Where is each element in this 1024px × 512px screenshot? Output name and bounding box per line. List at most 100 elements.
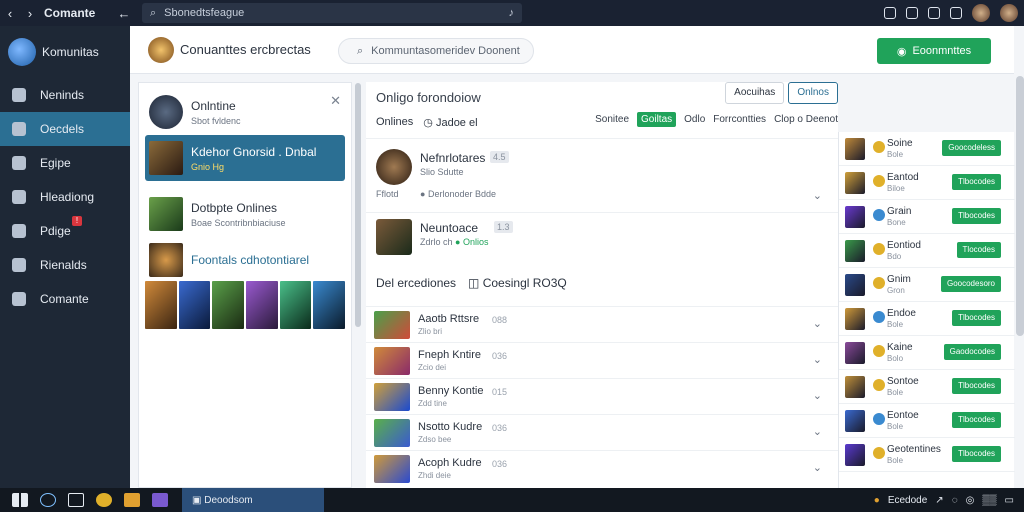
list-item[interactable]: Acoph Kudre 036 Zhdi deie ⌄ xyxy=(366,450,838,486)
post[interactable]: Neuntoace 1.3 Zdrlo ch ● Onlios xyxy=(366,212,838,264)
community-search-input[interactable]: ⌕ Kommuntasomeridev Doonent xyxy=(338,38,534,64)
bell-icon[interactable] xyxy=(950,7,962,19)
post-status: Onlios xyxy=(462,237,489,247)
close-icon[interactable]: ✕ xyxy=(330,93,341,109)
member-row[interactable]: Gnim Gron Goocodesoro xyxy=(839,268,1015,302)
member-thumbnail xyxy=(845,308,865,330)
list-item[interactable]: Fneph Kntire 036 Zcio dei ⌄ xyxy=(366,342,838,378)
member-row[interactable]: Eontoe Bole Tlbocodes xyxy=(839,404,1015,438)
chevron-down-icon[interactable]: ⌄ xyxy=(813,425,822,438)
window-icon[interactable] xyxy=(906,7,918,19)
member-row[interactable]: Grain Bone Tlbocodes xyxy=(839,200,1015,234)
member-row[interactable]: Soine Bole Goocodeless xyxy=(839,132,1015,166)
gallery-image[interactable] xyxy=(246,281,278,329)
tab-item[interactable]: Odlo xyxy=(684,114,705,125)
sort-button[interactable]: Aocuihas xyxy=(725,82,785,104)
wifi-icon[interactable]: ◌ xyxy=(952,495,958,506)
user-avatar[interactable] xyxy=(972,4,990,22)
post[interactable]: Nefnrlotares 4.5 Slio Sdutte Fflotd ● De… xyxy=(366,138,838,210)
member-action-button[interactable]: Tlbocodes xyxy=(952,174,1001,190)
list-item[interactable]: Benny Kontie 015 Zdd tine ⌄ xyxy=(366,378,838,414)
member-row[interactable]: Sontoe Bole Tlbocodes xyxy=(839,370,1015,404)
new-button-label: Eoonmnttes xyxy=(912,45,972,57)
new-button[interactable]: ◉ Eoonmnttes xyxy=(877,38,991,64)
chat-list-scrollbar[interactable] xyxy=(355,83,361,327)
sidebar-item-list[interactable]: Rienalds xyxy=(0,248,130,282)
member-status-icon xyxy=(873,243,885,255)
profile-avatar[interactable] xyxy=(1000,4,1018,22)
section-filter[interactable]: ◫ Coesingl RO3Q xyxy=(468,276,567,290)
member-action-button[interactable]: Tlbocodes xyxy=(952,378,1001,394)
image-gallery[interactable] xyxy=(145,281,346,329)
member-action-button[interactable]: Tlbocodes xyxy=(952,208,1001,224)
chrome-icon[interactable] xyxy=(96,493,112,507)
gallery-image[interactable] xyxy=(145,281,177,329)
arrow-left-icon[interactable]: ← xyxy=(114,6,134,21)
gallery-image[interactable] xyxy=(212,281,245,329)
search-icon[interactable] xyxy=(40,493,56,507)
member-action-button[interactable]: Tlbocodes xyxy=(952,310,1001,326)
sidebar-brand[interactable]: Komunitas xyxy=(0,26,130,78)
member-row[interactable]: Eontiod Bdo Tlocodes xyxy=(839,234,1015,268)
member-action-button[interactable]: Gaodocodes xyxy=(943,344,1001,360)
list-item[interactable]: Aaotb Rttsre 088 Zlio bri ⌄ xyxy=(366,306,838,342)
tab-item[interactable]: Forrcontties xyxy=(713,114,766,125)
tab-item[interactable]: Clop o Deenot xyxy=(774,114,838,125)
chat-item[interactable]: Dotbpte Onlines Boae Scontribnbiaciuse xyxy=(145,191,345,237)
list-item[interactable]: Nsotto Kudre 036 Zdso bee ⌄ xyxy=(366,414,838,450)
gallery-image[interactable] xyxy=(313,281,346,329)
member-thumbnail xyxy=(845,444,865,466)
gallery-image[interactable] xyxy=(178,281,211,329)
chat-item-selected[interactable]: Kdehor Gnorsid . Dnbal Gnio Hg xyxy=(145,135,345,181)
notification-icon[interactable]: ● xyxy=(874,495,880,506)
online-dropdown[interactable]: Onlnos xyxy=(788,82,838,104)
member-action-button[interactable]: Goocodeless xyxy=(942,140,1001,156)
tab-item[interactable]: Sonitee xyxy=(595,114,629,125)
gallery-image[interactable] xyxy=(279,281,312,329)
member-action-button[interactable]: Goocodesoro xyxy=(940,276,1001,292)
member-row[interactable]: Endoe Bole Tlbocodes xyxy=(839,302,1015,336)
share-icon[interactable]: ↗ xyxy=(935,495,943,506)
member-action-button[interactable]: Tlbocodes xyxy=(952,412,1001,428)
folder-icon[interactable] xyxy=(124,493,140,507)
sidebar-item-globe[interactable]: Comante xyxy=(0,282,130,316)
mic-icon[interactable]: ♪ xyxy=(509,7,515,19)
show-desktop-icon[interactable]: ▭ xyxy=(1005,495,1014,506)
back-icon[interactable]: ‹ xyxy=(0,6,20,21)
browser-icon[interactable] xyxy=(152,493,168,507)
item-count: 088 xyxy=(492,315,508,325)
taskbar-app[interactable]: ▣ Deoodsom xyxy=(182,488,324,512)
member-sub: Bdo xyxy=(887,252,902,261)
sidebar-item-chart[interactable]: Oecdels xyxy=(0,112,130,146)
chat-thumbnail xyxy=(149,141,183,175)
sidebar-item-folder[interactable]: Egipe xyxy=(0,146,130,180)
chat-item[interactable]: Onlntine Sbot fvldenc ✕ xyxy=(145,89,345,135)
member-row[interactable]: Kaine Bolo Gaodocodes xyxy=(839,336,1015,370)
tab-item-active[interactable]: Goiltas xyxy=(637,112,677,127)
chevron-down-icon[interactable]: ⌄ xyxy=(813,353,822,366)
chevron-down-icon[interactable]: ⌄ xyxy=(813,189,822,202)
task-view-icon[interactable] xyxy=(68,493,84,507)
sidebar-item-page[interactable]: Pdige! xyxy=(0,214,130,248)
member-row[interactable]: Eantod Biloe Tlbocodes xyxy=(839,166,1015,200)
chevron-down-icon[interactable]: ⌄ xyxy=(813,389,822,402)
forward-icon[interactable]: › xyxy=(20,6,40,21)
chat-name: Foontals cdhotontiarel xyxy=(191,253,310,267)
member-row[interactable]: Geotentines Bole Tlbocodes xyxy=(839,438,1015,472)
filter-label[interactable]: Onlines xyxy=(376,116,413,129)
volume-icon[interactable]: ◎ xyxy=(966,495,975,506)
sidebar-item-home[interactable]: Neninds xyxy=(0,78,130,112)
reply-text: Derlonoder Bdde xyxy=(427,189,496,199)
windows-start-icon[interactable] xyxy=(12,493,28,507)
member-action-button[interactable]: Tlocodes xyxy=(956,242,1001,258)
chat-item[interactable]: Foontals cdhotontiarel xyxy=(145,237,345,283)
member-action-button[interactable]: Tlbocodes xyxy=(952,446,1001,462)
history-icon[interactable] xyxy=(884,7,896,19)
chevron-down-icon[interactable]: ⌄ xyxy=(813,461,822,474)
sidebar-item-key[interactable]: Hleadiong xyxy=(0,180,130,214)
chart-icon xyxy=(12,122,26,136)
main-scrollbar[interactable] xyxy=(1016,76,1024,336)
tab-icon[interactable] xyxy=(928,7,940,19)
search-input[interactable]: ⌕ Sbonedtsfeague ♪ xyxy=(142,3,522,23)
chevron-down-icon[interactable]: ⌄ xyxy=(813,317,822,330)
